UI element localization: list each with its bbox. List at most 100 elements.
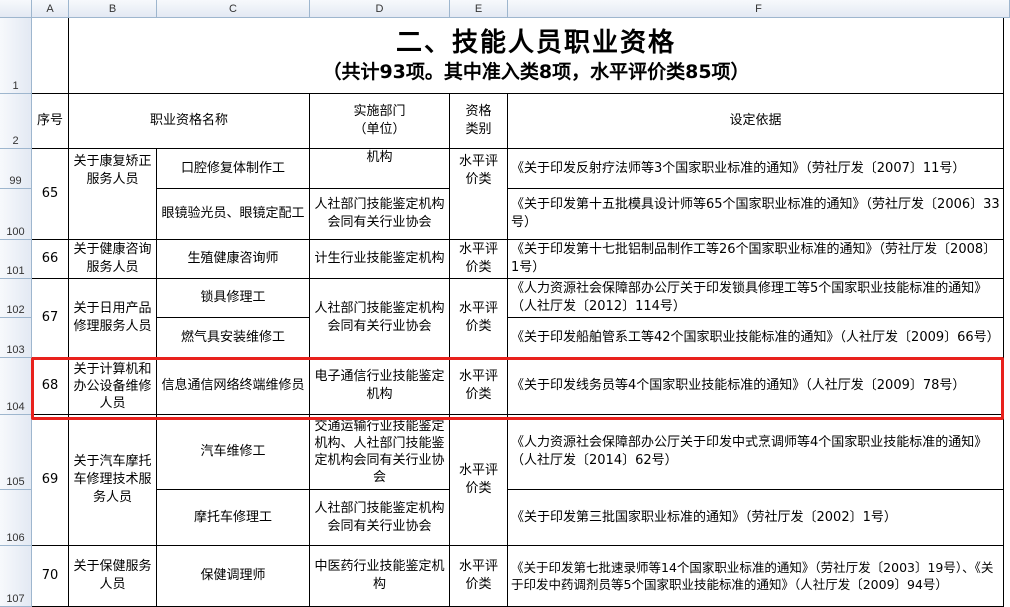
cell-a1[interactable] <box>32 18 69 94</box>
type-65[interactable]: 水平评价类 <box>450 149 508 240</box>
group-68[interactable]: 关于计算机和办公设备维修人员 <box>69 358 157 415</box>
header-name[interactable]: 职业资格名称 <box>69 94 310 149</box>
name-69-1[interactable]: 汽车维修工 <box>157 415 310 490</box>
type-68[interactable]: 水平评价类 <box>450 358 508 415</box>
qualification-name: 眼镜验光员、眼镜定配工 <box>161 206 305 221</box>
seq-65[interactable]: 65 <box>32 149 69 240</box>
header-dept-label: 实施部门 （单位） <box>353 104 406 137</box>
column-header-d[interactable]: D <box>310 0 450 18</box>
page-title: 二、技能人员职业资格 <box>395 27 676 58</box>
type-66[interactable]: 水平评价类 <box>450 240 508 279</box>
name-67-2[interactable]: 燃气具安装维修工 <box>157 318 310 358</box>
seq-label: 68 <box>41 378 59 393</box>
row-header-1[interactable]: 1 <box>0 18 32 94</box>
type-label: 水平评价类 <box>458 301 498 334</box>
seq-label: 65 <box>41 186 59 201</box>
group-label: 关于日用产品修理服务人员 <box>73 301 152 334</box>
dept-label: 人社部门技能鉴定机构会同有关行业协会 <box>314 301 445 334</box>
basis-label: 《人力资源社会保障部办公厅关于印发锁具修理工等5个国家职业技能标准的通知》（人社… <box>511 281 988 314</box>
dept-70[interactable]: 中医药行业技能鉴定机构 <box>310 546 450 607</box>
qualification-name: 锁具修理工 <box>200 290 266 305</box>
basis-70[interactable]: 《关于印发第七批速录师等14个国家职业标准的通知》（劳社厅发〔2003〕19号）… <box>508 546 1004 607</box>
header-type[interactable]: 资格 类别 <box>450 94 508 149</box>
group-label: 关于健康咨询服务人员 <box>73 242 152 275</box>
basis-65-1[interactable]: 《关于印发反射疗法师等3个国家职业标准的通知》（劳社厅发〔2007〕11号） <box>508 149 1004 189</box>
basis-67-1[interactable]: 《人力资源社会保障部办公厅关于印发锁具修理工等5个国家职业技能标准的通知》（人社… <box>508 279 1004 318</box>
qualification-name: 生殖健康咨询师 <box>187 251 279 266</box>
row-header-2[interactable]: 2 <box>0 94 32 149</box>
seq-label: 66 <box>41 251 59 266</box>
seq-68[interactable]: 68 <box>32 358 69 415</box>
row-header-99[interactable]: 99 <box>0 149 32 189</box>
type-69[interactable]: 水平评价类 <box>450 415 508 546</box>
column-header-c[interactable]: C <box>157 0 310 18</box>
dept-68[interactable]: 电子通信行业技能鉴定机构 <box>310 358 450 415</box>
group-65[interactable]: 关于康复矫正服务人员 <box>69 149 157 240</box>
dept-69-1[interactable]: 交通运输行业技能鉴定机构、人社部门技能鉴定机构会同有关行业协会 <box>310 415 450 490</box>
seq-69[interactable]: 69 <box>32 415 69 546</box>
row-header-107[interactable]: 107 <box>0 546 32 607</box>
seq-label: 70 <box>41 568 59 583</box>
column-header-b[interactable]: B <box>69 0 157 18</box>
type-67[interactable]: 水平评价类 <box>450 279 508 358</box>
column-header-a[interactable]: A <box>32 0 69 18</box>
title-cell[interactable]: 二、技能人员职业资格 （共计93项。其中准入类8项，水平评价类85项） <box>69 18 1004 94</box>
basis-65-2[interactable]: 《关于印发第十五批模具设计师等65个国家职业标准的通知》（劳社厅发〔2006〕3… <box>508 189 1004 240</box>
name-70[interactable]: 保健调理师 <box>157 546 310 607</box>
qualification-name: 汽车维修工 <box>200 444 266 459</box>
basis-68[interactable]: 《关于印发线务员等4个国家职业技能标准的通知》（人社厅发〔2009〕78号） <box>508 358 1004 415</box>
dept-65-1[interactable]: 机构 <box>310 149 450 189</box>
group-66[interactable]: 关于健康咨询服务人员 <box>69 240 157 279</box>
group-67[interactable]: 关于日用产品修理服务人员 <box>69 279 157 358</box>
group-69[interactable]: 关于汽车摩托车修理技术服务人员 <box>69 415 157 546</box>
seq-label: 67 <box>41 310 59 325</box>
qualification-name: 保健调理师 <box>200 568 266 583</box>
row-header-100[interactable]: 100 <box>0 189 32 240</box>
page-subtitle: （共计93项。其中准入类8项，水平评价类85项） <box>322 60 750 83</box>
row-header-101[interactable]: 101 <box>0 240 32 279</box>
dept-65-2[interactable]: 人社部门技能鉴定机构会同有关行业协会 <box>310 189 450 240</box>
group-label: 关于康复矫正服务人员 <box>73 154 152 187</box>
basis-label: 《关于印发线务员等4个国家职业技能标准的通知》（人社厅发〔2009〕78号） <box>511 378 966 393</box>
basis-69-1[interactable]: 《人力资源社会保障部办公厅关于印发中式烹调师等4个国家职业技能标准的通知》（人社… <box>508 415 1004 490</box>
dept-66[interactable]: 计生行业技能鉴定机构 <box>310 240 450 279</box>
name-65-1[interactable]: 口腔修复体制作工 <box>157 149 310 189</box>
type-label: 水平评价类 <box>458 463 498 496</box>
header-type-label: 资格 类别 <box>465 104 492 137</box>
basis-66[interactable]: 《关于印发第十七批铝制品制作工等26个国家职业标准的通知》（劳社厅发〔2008〕… <box>508 240 1004 279</box>
row-header-105[interactable]: 105 <box>0 415 32 490</box>
group-70[interactable]: 关于保健服务人员 <box>69 546 157 607</box>
column-header-f[interactable]: F <box>508 0 1010 18</box>
basis-label: 《关于印发第三批国家职业标准的通知》（劳社厅发〔2002〕1号） <box>511 509 897 525</box>
row-header-104[interactable]: 104 <box>0 358 32 415</box>
row-header-102[interactable]: 102 <box>0 279 32 318</box>
basis-label: 《关于印发反射疗法师等3个国家职业标准的通知》（劳社厅发〔2007〕11号） <box>511 160 966 176</box>
name-66[interactable]: 生殖健康咨询师 <box>157 240 310 279</box>
type-label: 水平评价类 <box>458 154 498 187</box>
name-67-1[interactable]: 锁具修理工 <box>157 279 310 318</box>
spreadsheet: A B C D E F 1 2 99 100 101 102 103 104 1… <box>0 0 1010 607</box>
name-65-2[interactable]: 眼镜验光员、眼镜定配工 <box>157 189 310 240</box>
column-header-e[interactable]: E <box>450 0 508 18</box>
type-70[interactable]: 水平评价类 <box>450 546 508 607</box>
dept-label: 计生行业技能鉴定机构 <box>314 251 445 266</box>
seq-67[interactable]: 67 <box>32 279 69 358</box>
header-dept[interactable]: 实施部门 （单位） <box>310 94 450 149</box>
basis-69-2[interactable]: 《关于印发第三批国家职业标准的通知》（劳社厅发〔2002〕1号） <box>508 490 1004 546</box>
basis-label: 《关于印发船舶管系工等42个国家职业技能标准的通知》（人社厅发〔2009〕66号… <box>511 329 1000 345</box>
seq-70[interactable]: 70 <box>32 546 69 607</box>
header-seq[interactable]: 序号 <box>32 94 69 149</box>
row-header-103[interactable]: 103 <box>0 318 32 358</box>
row-header-106[interactable]: 106 <box>0 490 32 546</box>
basis-67-2[interactable]: 《关于印发船舶管系工等42个国家职业技能标准的通知》（人社厅发〔2009〕66号… <box>508 318 1004 358</box>
dept-67[interactable]: 人社部门技能鉴定机构会同有关行业协会 <box>310 279 450 358</box>
dept-69-2[interactable]: 人社部门技能鉴定机构会同有关行业协会 <box>310 490 450 546</box>
select-all-corner[interactable] <box>0 0 32 18</box>
name-68[interactable]: 信息通信网络终端维修员 <box>157 358 310 415</box>
seq-66[interactable]: 66 <box>32 240 69 279</box>
dept-label: 交通运输行业技能鉴定机构、人社部门技能鉴定机构会同有关行业协会 <box>314 419 445 485</box>
group-label: 关于计算机和办公设备维修人员 <box>73 361 152 411</box>
type-label: 水平评价类 <box>458 559 498 592</box>
name-69-2[interactable]: 摩托车修理工 <box>157 490 310 546</box>
header-basis[interactable]: 设定依据 <box>508 94 1004 149</box>
